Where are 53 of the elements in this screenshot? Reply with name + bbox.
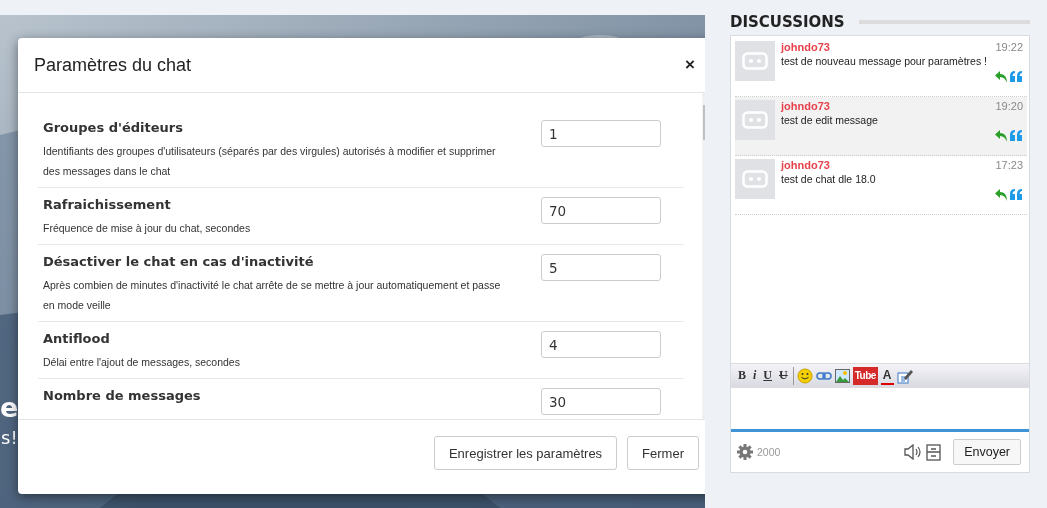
setting-label: Antiflood bbox=[43, 331, 111, 346]
setting-input[interactable]: 1 bbox=[541, 120, 661, 147]
hero-title: e bbox=[0, 394, 19, 421]
message-text: test de nouveau message pour paramètres ! bbox=[781, 55, 989, 67]
setting-label: Rafraichissement bbox=[43, 197, 172, 212]
message-author[interactable]: johndo73 bbox=[781, 100, 830, 112]
setting-description: Délai entre l'ajout de messages, secondes bbox=[43, 355, 241, 370]
link-icon[interactable] bbox=[815, 370, 832, 381]
speaker-icon[interactable] bbox=[904, 444, 923, 460]
quote-icon[interactable] bbox=[1010, 130, 1023, 142]
message-time: 19:22 bbox=[995, 41, 1023, 53]
message-input[interactable] bbox=[731, 387, 1029, 432]
reply-icon[interactable] bbox=[995, 130, 1008, 142]
send-button[interactable]: Envoyer bbox=[953, 439, 1021, 465]
bold-button[interactable]: B bbox=[736, 366, 748, 385]
setting-description: Après combien de minutes d'inactivité le chat arrête de se mettre à jour automatiquement et passe en mode veille bbox=[43, 278, 502, 313]
color-button[interactable]: A bbox=[880, 366, 894, 385]
quote-icon[interactable] bbox=[1010, 189, 1023, 201]
message-text: test de edit message bbox=[781, 114, 879, 126]
edit-icon[interactable] bbox=[896, 367, 913, 384]
message-time: 19:20 bbox=[995, 100, 1023, 112]
close-dialog-button[interactable]: Fermer bbox=[627, 436, 699, 470]
message-author[interactable]: johndo73 bbox=[781, 41, 830, 53]
setting-input[interactable]: 70 bbox=[541, 197, 661, 224]
panel-icon[interactable] bbox=[926, 443, 942, 461]
character-counter: 2000 bbox=[757, 446, 782, 458]
reply-icon[interactable] bbox=[995, 189, 1008, 201]
underline-button[interactable]: U bbox=[761, 366, 775, 385]
quote-icon[interactable] bbox=[1010, 71, 1023, 83]
hero-subtitle: s! bbox=[1, 427, 19, 448]
video-button[interactable]: Tube bbox=[852, 366, 878, 385]
image-icon[interactable] bbox=[834, 368, 850, 383]
message-time: 17:23 bbox=[995, 159, 1023, 171]
setting-input[interactable]: 30 bbox=[541, 388, 661, 415]
setting-input[interactable]: 5 bbox=[541, 254, 661, 281]
italic-button[interactable]: i bbox=[751, 366, 759, 385]
avatar bbox=[735, 100, 775, 140]
setting-description: Fréquence de mise à jour du chat, secondes bbox=[43, 221, 252, 236]
setting-label: Groupes d'éditeurs bbox=[43, 120, 184, 135]
message-author[interactable]: johndo73 bbox=[781, 159, 830, 171]
close-button[interactable]: × bbox=[683, 55, 697, 75]
message-text: test de chat dle 18.0 bbox=[781, 173, 877, 185]
settings-icon[interactable] bbox=[737, 444, 753, 460]
setting-label: Nombre de messages bbox=[43, 388, 202, 403]
setting-label: Désactiver le chat en cas d'inactivité bbox=[43, 254, 315, 269]
smiley-icon[interactable] bbox=[796, 367, 813, 384]
dialog-title: Paramètres du chat bbox=[34, 54, 192, 76]
setting-input[interactable]: 4 bbox=[541, 331, 661, 358]
reply-icon[interactable] bbox=[995, 71, 1008, 83]
save-button[interactable]: Enregistrer les paramètres bbox=[433, 436, 618, 470]
strike-button[interactable]: U bbox=[777, 366, 790, 385]
section-heading: DISCUSSIONS bbox=[730, 13, 845, 31]
setting-description: Identifiants des groupes d'utilisateurs (séparés par des virgules) autorisés à modifier et supprimer des messages dans le chat bbox=[43, 144, 497, 179]
